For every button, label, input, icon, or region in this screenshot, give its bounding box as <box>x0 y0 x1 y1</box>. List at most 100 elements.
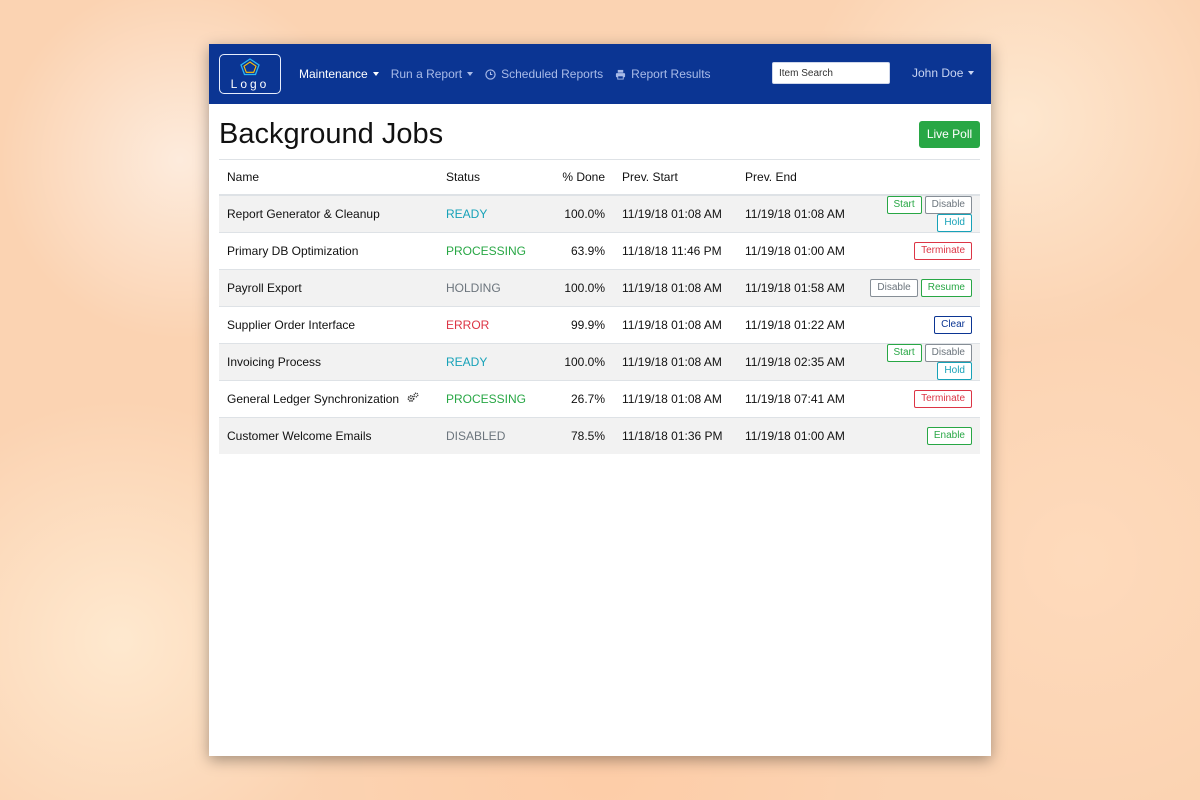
job-done-cell-text: 100.0% <box>564 355 606 369</box>
job-name-cell: Report Generator & Cleanup <box>219 194 446 233</box>
job-name-cell: Payroll Export <box>219 269 446 307</box>
header-actions <box>857 159 980 196</box>
nav-item-run-a-report[interactable]: Run a Report <box>390 67 474 81</box>
status-badge: PROCESSING <box>446 244 527 258</box>
header-name[interactable]: Name <box>219 159 446 196</box>
job-done-cell: 100.0% <box>526 343 606 381</box>
header-status[interactable]: Status <box>446 159 527 196</box>
page-title: Background Jobs <box>219 117 444 150</box>
nav-item-report-results[interactable]: Report Results <box>615 67 711 81</box>
job-done-cell-text: 26.7% <box>570 392 606 406</box>
item-search-input[interactable] <box>772 62 890 84</box>
clear-button[interactable]: Clear <box>934 316 972 334</box>
main-content: Background Jobs Live Poll Name Status % … <box>209 104 991 454</box>
user-menu[interactable]: John Doe <box>912 66 975 80</box>
job-prev-end-cell: 11/19/18 07:41 AM <box>745 380 858 418</box>
job-status-cell: PROCESSING <box>446 380 527 418</box>
job-done-cell: 63.9% <box>526 232 606 270</box>
job-status-cell: ERROR <box>446 306 527 344</box>
table-row[interactable]: Customer Welcome Emails DISABLED 78.5% 11/1… <box>219 417 980 454</box>
disable-button[interactable]: Disable <box>924 344 972 362</box>
pentagon-logo-icon <box>240 57 260 75</box>
nav-item-label: Run a Report <box>390 67 463 81</box>
job-done-cell: 99.9% <box>526 306 606 344</box>
caret-down-icon <box>372 72 379 76</box>
job-prev-start-cell-text: 11/19/18 01:08 AM <box>622 392 722 406</box>
job-name-cell-text: General Ledger Synchronization <box>227 391 400 406</box>
job-done-cell-text: 100.0% <box>564 207 606 221</box>
nav-item-scheduled-reports[interactable]: Scheduled Reports <box>485 67 603 81</box>
live-poll-button[interactable]: Live Poll <box>919 120 980 148</box>
job-actions-cell: Terminate <box>857 380 980 418</box>
job-done-cell-text: 100.0% <box>564 281 606 295</box>
job-actions-cell: Start DisableHold <box>857 343 980 381</box>
main-nav: Maintenance Run a Report Scheduled Repor… <box>299 67 723 81</box>
job-actions-cell: Enable <box>857 417 980 454</box>
disable-button[interactable]: Disable <box>924 196 972 214</box>
logo-text: Logo <box>230 76 270 91</box>
job-name-cell-text: Payroll Export <box>227 281 302 295</box>
nav-item-label: Maintenance <box>299 67 368 81</box>
table-row[interactable]: Invoicing Process READY 100.0% 11/19/18 01:… <box>219 343 980 381</box>
job-done-cell: 100.0% <box>526 194 606 233</box>
table-row[interactable]: Supplier Order Interface ERROR 99.9% 11/19/… <box>219 306 980 344</box>
job-done-cell-text: 63.9% <box>570 244 606 258</box>
job-name-cell-text: Invoicing Process <box>227 355 322 369</box>
hold-button[interactable]: Hold <box>937 362 972 380</box>
status-badge: READY <box>446 207 488 221</box>
navbar: Logo Maintenance Run a Report Scheduled … <box>209 44 991 104</box>
job-prev-start-cell-text: 11/19/18 01:08 AM <box>622 281 722 295</box>
logo[interactable]: Logo <box>219 54 281 94</box>
job-done-cell-text: 99.9% <box>570 318 606 332</box>
job-prev-start-cell: 11/19/18 01:08 AM <box>605 380 746 418</box>
table-row[interactable]: Report Generator & Cleanup READY 100.0% 11/… <box>219 194 980 233</box>
job-prev-start-cell: 11/19/18 01:08 AM <box>605 269 746 307</box>
job-prev-end-cell-text: 11/19/18 07:41 AM <box>745 392 845 406</box>
table-row[interactable]: Payroll Export HOLDING 100.0% 11/19/18 01:0… <box>219 269 980 307</box>
terminate-button[interactable]: Terminate <box>914 242 972 260</box>
table-row[interactable]: Primary DB Optimization PROCESSING 63.9% 11… <box>219 232 980 270</box>
start-button[interactable]: Start <box>886 344 922 362</box>
resume-button[interactable]: Resume <box>920 279 972 297</box>
job-prev-start-cell: 11/19/18 01:08 AM <box>605 306 746 344</box>
table-row[interactable]: General Ledger Synchronization PROCESSING… <box>219 380 980 418</box>
header-prev-start[interactable]: Prev. Start <box>605 159 746 196</box>
header-done[interactable]: % Done <box>526 159 606 196</box>
job-prev-end-cell: 11/19/18 01:58 AM <box>745 269 858 307</box>
header-prev-end[interactable]: Prev. End <box>745 159 858 196</box>
job-prev-end-cell-text: 11/19/18 01:08 AM <box>745 207 845 221</box>
terminate-button[interactable]: Terminate <box>914 390 972 408</box>
job-name-cell-text: Primary DB Optimization <box>227 244 359 258</box>
user-name: John Doe <box>912 66 964 80</box>
job-name-cell-text: Customer Welcome Emails <box>227 429 372 443</box>
job-actions-cell: Disable Resume <box>857 269 980 307</box>
start-button[interactable]: Start <box>886 196 922 214</box>
status-badge: READY <box>446 355 488 369</box>
job-status-cell: DISABLED <box>446 417 527 454</box>
job-actions-cell: Start DisableHold <box>857 194 980 233</box>
nav-item-label: Scheduled Reports <box>501 67 604 81</box>
nav-item-maintenance[interactable]: Maintenance <box>299 67 379 81</box>
hold-button[interactable]: Hold <box>937 214 972 232</box>
job-prev-start-cell: 11/18/18 11:46 PM <box>605 232 746 270</box>
status-badge: HOLDING <box>446 281 501 295</box>
job-name-cell: Customer Welcome Emails <box>219 417 446 454</box>
status-badge: ERROR <box>446 318 490 332</box>
job-name-cell-text: Report Generator & Cleanup <box>227 207 380 221</box>
job-done-cell: 78.5% <box>526 417 606 454</box>
job-prev-end-cell-text: 11/19/18 01:00 AM <box>745 429 845 443</box>
nav-item-label: Report Results <box>631 67 711 81</box>
title-row: Background Jobs Live Poll <box>219 116 980 152</box>
disable-button[interactable]: Disable <box>870 279 918 297</box>
job-status-cell: READY <box>446 343 527 381</box>
job-prev-end-cell: 11/19/18 01:00 AM <box>745 232 858 270</box>
job-name-cell: Invoicing Process <box>219 343 446 381</box>
job-prev-start-cell-text: 11/18/18 01:36 PM <box>622 429 723 443</box>
job-done-cell: 26.7% <box>526 380 606 418</box>
job-prev-end-cell: 11/19/18 02:35 AM <box>745 343 858 381</box>
job-prev-end-cell: 11/19/18 01:00 AM <box>745 417 858 454</box>
job-prev-end-cell-text: 11/19/18 01:58 AM <box>745 281 845 295</box>
job-prev-end-cell: 11/19/18 01:08 AM <box>745 194 858 233</box>
enable-button[interactable]: Enable <box>926 427 972 445</box>
gears-icon <box>407 392 419 406</box>
